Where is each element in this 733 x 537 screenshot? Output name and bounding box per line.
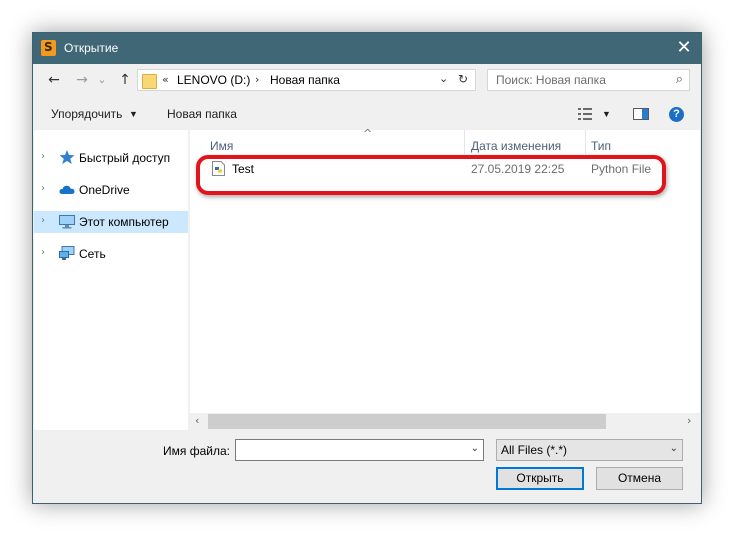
command-bar: Упорядочить ▼ Новая папка ▼ xyxy=(33,98,701,130)
file-type-value: All Files (*.*) xyxy=(501,443,568,457)
folder-icon xyxy=(142,74,157,89)
dialog-footer: Имя файла: ⌄ All Files (*.*) ⌄ Открыть О… xyxy=(33,430,701,503)
up-button[interactable]: ↑ xyxy=(116,71,134,89)
address-bar[interactable]: « LENOVO (D:) › Новая папка ⌄ ↻ xyxy=(137,69,476,91)
sidebar-item-label: Быстрый доступ xyxy=(79,151,171,165)
close-button[interactable]: ✕ xyxy=(671,36,697,60)
column-divider[interactable] xyxy=(464,130,465,154)
sort-ascending-icon: ^ xyxy=(363,127,373,140)
scroll-left-button[interactable]: ‹ xyxy=(195,414,199,427)
sidebar-item-network[interactable]: › Сеть xyxy=(34,243,188,265)
filename-input[interactable]: ⌄ xyxy=(235,439,484,461)
forward-button[interactable]: → xyxy=(73,71,91,89)
window-title: Открытие xyxy=(64,41,119,55)
sidebar-item-label: Этот компьютер xyxy=(79,215,169,229)
computer-icon xyxy=(59,214,75,229)
back-button[interactable]: ← xyxy=(45,71,63,89)
network-icon xyxy=(59,246,75,261)
cloud-icon xyxy=(59,182,75,197)
chevron-down-icon[interactable]: ⌄ xyxy=(670,443,678,454)
star-icon xyxy=(59,150,75,165)
breadcrumb-folder[interactable]: Новая папка xyxy=(270,73,340,87)
chevron-right-icon[interactable]: › xyxy=(41,151,45,162)
column-header-name[interactable]: Имя xyxy=(210,139,233,153)
annotation-highlight xyxy=(196,155,666,195)
sidebar-item-onedrive[interactable]: › OneDrive xyxy=(34,179,188,201)
filename-label: Имя файла: xyxy=(163,444,230,458)
column-divider[interactable] xyxy=(585,130,586,154)
title-bar: Открытие ✕ xyxy=(33,33,701,64)
search-box[interactable]: Поиск: Новая папка ⌕ xyxy=(487,69,690,91)
chevron-right-icon[interactable]: › xyxy=(41,183,45,194)
new-folder-button[interactable]: Новая папка xyxy=(167,107,237,121)
refresh-button[interactable]: ↻ xyxy=(458,72,468,86)
sidebar-item-this-pc[interactable]: › Этот компьютер xyxy=(34,211,188,233)
scroll-right-button[interactable]: › xyxy=(687,414,691,427)
preview-pane-icon[interactable] xyxy=(633,108,649,120)
chevron-right-icon[interactable]: › xyxy=(41,247,45,258)
address-dropdown-button[interactable]: ⌄ xyxy=(439,72,448,85)
organize-button[interactable]: Упорядочить xyxy=(51,107,122,121)
scrollbar-thumb[interactable] xyxy=(208,414,606,429)
column-header-type[interactable]: Тип xyxy=(591,139,611,153)
sidebar-item-quick-access[interactable]: › Быстрый доступ xyxy=(34,147,188,169)
cancel-button[interactable]: Отмена xyxy=(596,467,683,490)
filename-dropdown-button[interactable]: ⌄ xyxy=(471,443,479,454)
navigation-pane: › Быстрый доступ › OneDrive › Этот компь… xyxy=(34,130,188,430)
sidebar-item-label: Сеть xyxy=(79,247,106,261)
horizontal-scrollbar[interactable]: ‹ › xyxy=(190,413,700,430)
help-icon[interactable]: ? xyxy=(669,107,684,122)
breadcrumb-drive[interactable]: LENOVO (D:) xyxy=(177,73,250,87)
open-button[interactable]: Открыть xyxy=(496,467,584,490)
view-mode-icon[interactable] xyxy=(578,108,592,120)
recent-locations-button[interactable]: ⌄ xyxy=(93,71,111,89)
file-type-select[interactable]: All Files (*.*) ⌄ xyxy=(496,439,683,461)
organize-caret-icon[interactable]: ▼ xyxy=(129,109,138,119)
search-placeholder: Поиск: Новая папка xyxy=(496,73,606,87)
sidebar-item-label: OneDrive xyxy=(79,183,130,197)
search-icon[interactable]: ⌕ xyxy=(676,72,683,87)
open-file-dialog: Открытие ✕ ← → ⌄ ↑ « LENOVO (D:) › Новая… xyxy=(32,32,702,504)
breadcrumb-overflow[interactable]: « xyxy=(162,73,169,86)
sublime-app-icon xyxy=(41,40,56,56)
chevron-right-icon[interactable]: › xyxy=(41,215,45,226)
breadcrumb-separator[interactable]: › xyxy=(255,73,259,86)
view-caret-icon[interactable]: ▼ xyxy=(602,109,611,119)
column-header-modified[interactable]: Дата изменения xyxy=(471,139,561,153)
